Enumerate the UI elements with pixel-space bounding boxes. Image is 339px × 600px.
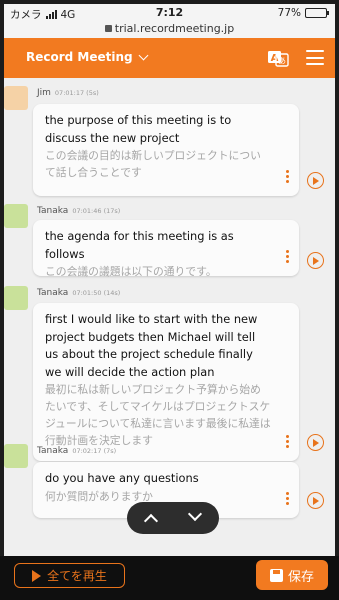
url-text: trial.recordmeeting.jp: [114, 22, 235, 35]
bottom-toolbar: 全てを再生 保存: [0, 556, 339, 600]
chevron-down-icon: [138, 50, 149, 60]
screen: カメラ 4G 7:12 trial.recordmeeting.jp 77% R…: [4, 4, 335, 560]
play-icon[interactable]: [307, 252, 324, 269]
chevron-up-icon[interactable]: [143, 513, 159, 529]
original-text: first I would like to start with the new…: [45, 312, 258, 379]
message-bubble: first I would like to start with the new…: [33, 303, 299, 461]
more-options-icon[interactable]: [286, 170, 289, 183]
play-icon: [32, 569, 42, 582]
meeting-selector[interactable]: Record Meeting: [26, 50, 149, 64]
lock-icon: [104, 25, 112, 32]
app-header: Record Meeting A あ: [4, 38, 335, 78]
message-timestamp: 07:02:17 (7s): [72, 447, 117, 455]
message-timestamp: 07:01:50 (14s): [72, 289, 121, 297]
original-text: do you have any questions: [45, 471, 199, 485]
app-title: Record Meeting: [26, 50, 133, 64]
avatar: [4, 444, 28, 468]
save-label: 保存: [287, 569, 314, 585]
speaker-name: Tanaka: [37, 446, 69, 456]
scroll-controls: [127, 502, 219, 534]
play-all-button[interactable]: 全てを再生: [14, 563, 125, 588]
message-timestamp: 07:01:46 (17s): [72, 207, 121, 215]
battery-icon: [305, 8, 329, 18]
status-right: 77%: [277, 7, 329, 19]
save-icon: [269, 568, 283, 582]
transcript-feed[interactable]: Jim 07:01:17 (5s) the purpose of this mee…: [4, 78, 335, 560]
translate-icon[interactable]: A あ: [267, 49, 289, 67]
message-bubble: the purpose of this meeting is to discus…: [33, 104, 299, 196]
device-frame: カメラ 4G 7:12 trial.recordmeeting.jp 77% R…: [0, 0, 339, 600]
message-timestamp: 07:01:17 (5s): [54, 89, 99, 97]
translated-text: この会議の議題は以下の通りです。: [45, 265, 217, 279]
message-meta: Tanaka 07:01:50 (14s): [37, 288, 120, 298]
translated-text: この会議の目的は新しいプロジェクトについて話し合うことです: [45, 149, 261, 180]
original-text: the agenda for this meeting is as follow…: [45, 229, 234, 261]
message-bubble: the agenda for this meeting is as follow…: [33, 220, 299, 278]
message-meta: Jim 07:01:17 (5s): [37, 88, 99, 98]
avatar: [4, 286, 28, 310]
play-icon[interactable]: [307, 492, 324, 509]
hamburger-menu-icon[interactable]: [306, 50, 324, 65]
chevron-down-icon[interactable]: [187, 506, 203, 522]
save-button[interactable]: 保存: [256, 560, 328, 590]
more-options-icon[interactable]: [286, 492, 289, 505]
more-options-icon[interactable]: [286, 435, 289, 448]
play-icon[interactable]: [307, 172, 324, 189]
battery-percent: 77%: [277, 7, 301, 19]
play-all-label: 全てを再生: [47, 569, 107, 583]
avatar: [4, 204, 28, 228]
more-options-icon[interactable]: [286, 250, 289, 263]
address-bar[interactable]: trial.recordmeeting.jp: [4, 22, 335, 35]
message-meta: Tanaka 07:02:17 (7s): [37, 446, 116, 456]
avatar: [4, 86, 28, 110]
original-text: the purpose of this meeting is to discus…: [45, 113, 232, 145]
play-icon[interactable]: [307, 434, 324, 451]
speaker-name: Tanaka: [37, 288, 69, 298]
speaker-name: Tanaka: [37, 206, 69, 216]
status-bar: カメラ 4G 7:12 trial.recordmeeting.jp 77%: [4, 4, 335, 38]
svg-text:あ: あ: [278, 57, 286, 66]
message-meta: Tanaka 07:01:46 (17s): [37, 206, 120, 216]
translated-text: 最初に私は新しいプロジェクト予算から始めたいです、そしてマイケルはプロジェクトス…: [45, 383, 271, 448]
speaker-name: Jim: [37, 88, 51, 98]
